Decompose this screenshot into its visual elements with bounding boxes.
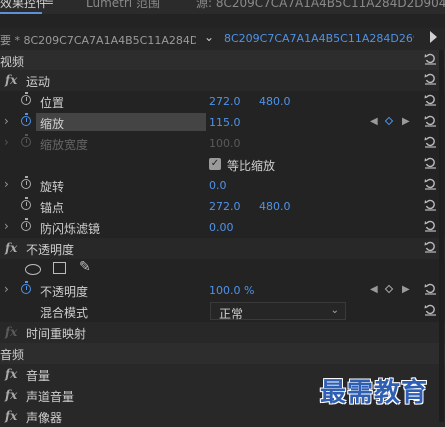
scale-width-label: 缩放宽度 xyxy=(40,138,89,152)
scale-value[interactable]: 115.0 xyxy=(209,116,241,129)
sequence-clip-name[interactable]: 8C209C7CA7A1A4B5C11A284D2690... xyxy=(224,32,414,45)
position-y-value[interactable]: 480.0 xyxy=(259,95,291,108)
reset-icon[interactable] xyxy=(424,282,437,295)
opacity-property-label: 不透明度 xyxy=(40,285,89,299)
reset-icon[interactable] xyxy=(424,93,437,106)
prev-keyframe-icon[interactable]: ◀ xyxy=(370,284,378,295)
stopwatch-icon[interactable] xyxy=(21,113,31,126)
stopwatch-icon[interactable] xyxy=(21,218,31,231)
prev-keyframe-icon[interactable]: ◀ xyxy=(370,116,378,127)
fx-icon[interactable]: fx xyxy=(5,367,17,381)
blend-mode-value: 正常 xyxy=(219,307,244,321)
reset-icon[interactable] xyxy=(424,219,437,232)
opacity-property-row: › 不透明度 100.0 % ◀ ▶ xyxy=(0,280,445,301)
tab-lumetri-scopes[interactable]: Lumetri 范围 xyxy=(86,0,160,11)
anti-flicker-value[interactable]: 0.00 xyxy=(209,221,234,234)
time-remap-label: 时间重映射 xyxy=(26,327,87,341)
opacity-effect-row[interactable]: fx 不透明度 xyxy=(0,238,445,259)
chevron-right-icon[interactable]: › xyxy=(4,114,9,128)
opacity-value[interactable]: 100.0 % xyxy=(209,284,254,297)
time-remap-row[interactable]: fx 时间重映射 xyxy=(0,322,445,343)
position-label: 位置 xyxy=(40,96,65,110)
panner-row[interactable]: fx 声像器 xyxy=(0,406,445,427)
blend-mode-row: 混合模式 正常 ⌄ xyxy=(0,301,445,322)
chevron-right-icon[interactable]: › xyxy=(4,219,9,233)
tab-source[interactable]: 源: 8C209C7CA7A1A4B5C11A284D2D90464B.mp xyxy=(196,0,445,11)
source-clip-name[interactable]: 要 * 8C209C7CA7A1A4B5C11A284D... xyxy=(0,32,196,48)
reset-icon[interactable] xyxy=(424,52,437,65)
video-section-header: 视频 xyxy=(0,50,445,71)
video-section-label: 视频 xyxy=(0,55,25,69)
scale-row: › 缩放 115.0 ◀ ▶ xyxy=(0,112,445,133)
motion-effect-row[interactable]: fx 运动 xyxy=(0,70,445,91)
motion-label: 运动 xyxy=(26,75,51,89)
stopwatch-icon[interactable] xyxy=(21,281,31,294)
play-triangle-icon[interactable] xyxy=(430,31,437,43)
panner-label: 声像器 xyxy=(26,411,63,425)
rotation-row: › 旋转 0.0 xyxy=(0,175,445,196)
reset-icon[interactable] xyxy=(424,240,437,253)
stopwatch-icon[interactable] xyxy=(21,197,31,210)
blend-mode-dropdown[interactable]: 正常 ⌄ xyxy=(210,302,346,321)
position-x-value[interactable]: 272.0 xyxy=(209,95,241,108)
chevron-down-icon: ⌄ xyxy=(330,305,339,316)
fx-icon[interactable]: fx xyxy=(5,409,17,423)
audio-volume-label: 音量 xyxy=(26,369,51,383)
active-tab-indicator xyxy=(0,12,42,14)
reset-icon[interactable] xyxy=(424,198,437,211)
chevron-right-icon: › xyxy=(4,135,9,149)
uniform-scale-label: 等比缩放 xyxy=(227,159,276,173)
ellipse-mask-icon[interactable] xyxy=(25,264,41,275)
rotation-value[interactable]: 0.0 xyxy=(209,179,227,192)
tab-effect-controls[interactable]: 效果控件 xyxy=(0,0,48,11)
reset-icon[interactable] xyxy=(424,303,437,316)
audio-section-label: 音频 xyxy=(0,348,25,362)
mask-tools-row: ✎ xyxy=(0,259,445,280)
reset-icon[interactable] xyxy=(424,156,437,169)
add-keyframe-icon[interactable] xyxy=(384,116,394,126)
anchor-row: 锚点 272.0 480.0 xyxy=(0,196,445,217)
watermark-logo: 最需教育 xyxy=(320,378,429,408)
chevron-right-icon[interactable]: › xyxy=(4,177,9,191)
channel-volume-label: 声道音量 xyxy=(26,390,75,404)
scale-width-value: 100.0 xyxy=(209,137,241,150)
rectangle-mask-icon[interactable] xyxy=(53,262,66,274)
chevron-right-icon[interactable]: › xyxy=(4,282,9,296)
anchor-label: 锚点 xyxy=(40,201,65,215)
fx-icon[interactable]: fx xyxy=(5,388,17,402)
anti-flicker-row: › 防闪烁滤镜 0.00 xyxy=(0,217,445,238)
fx-icon: fx xyxy=(5,325,18,339)
opacity-effect-label: 不透明度 xyxy=(26,243,75,257)
stopwatch-icon xyxy=(21,134,31,147)
fx-icon[interactable]: fx xyxy=(5,73,17,87)
blend-mode-label: 混合模式 xyxy=(40,306,89,320)
panel-tab-bar: 效果控件 ≡ Lumetri 范围 源: 8C209C7CA7A1A4B5C11… xyxy=(0,0,445,14)
anti-flicker-label: 防闪烁滤镜 xyxy=(40,222,101,236)
reset-icon[interactable] xyxy=(424,135,437,148)
vertical-scrollbar[interactable] xyxy=(439,50,444,422)
next-keyframe-icon[interactable]: ▶ xyxy=(402,116,410,127)
stopwatch-icon[interactable] xyxy=(21,176,31,189)
uniform-scale-row: ✓ 等比缩放 xyxy=(0,154,445,175)
rotation-label: 旋转 xyxy=(40,180,65,194)
chevron-down-icon[interactable]: ⌄ xyxy=(204,30,214,44)
scale-label: 缩放 xyxy=(40,117,65,131)
reset-icon[interactable] xyxy=(424,177,437,190)
add-keyframe-icon[interactable] xyxy=(384,284,394,294)
pen-mask-icon[interactable]: ✎ xyxy=(79,259,91,275)
panel-menu-icon[interactable]: ≡ xyxy=(44,0,54,8)
audio-section-header: 音频 xyxy=(0,343,445,364)
scale-width-row: › 缩放宽度 100.0 xyxy=(0,133,445,154)
anchor-y-value[interactable]: 480.0 xyxy=(259,200,291,213)
stopwatch-icon[interactable] xyxy=(21,92,31,105)
uniform-scale-checkbox[interactable]: ✓ xyxy=(209,158,221,170)
reset-icon[interactable] xyxy=(424,114,437,127)
anchor-x-value[interactable]: 272.0 xyxy=(209,200,241,213)
fx-icon[interactable]: fx xyxy=(5,241,17,255)
reset-icon[interactable] xyxy=(424,72,437,85)
clip-header: 要 * 8C209C7CA7A1A4B5C11A284D... ⌄ 8C209C… xyxy=(0,28,445,51)
next-keyframe-icon[interactable]: ▶ xyxy=(402,284,410,295)
position-row: 位置 272.0 480.0 xyxy=(0,91,445,112)
